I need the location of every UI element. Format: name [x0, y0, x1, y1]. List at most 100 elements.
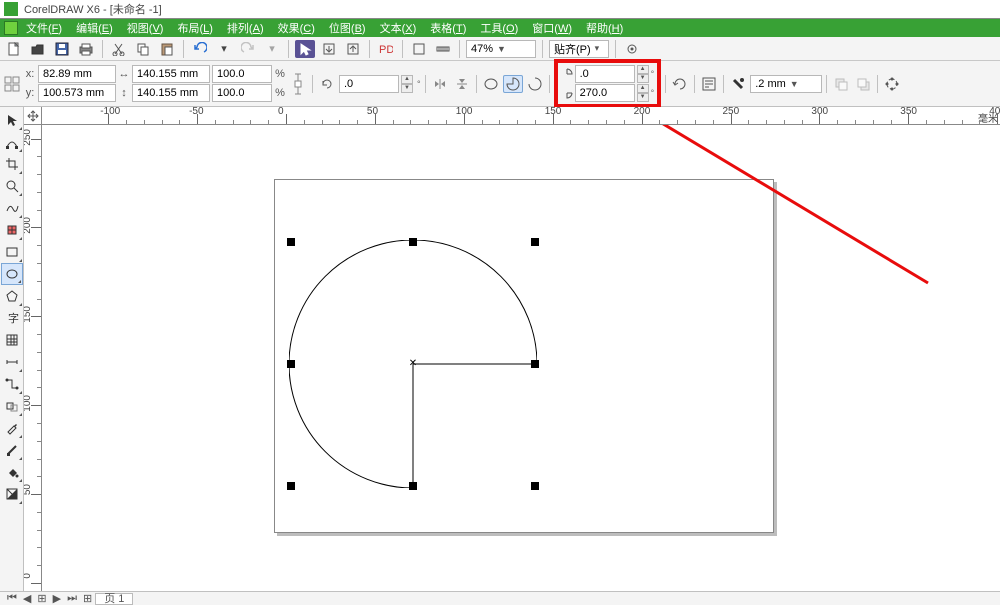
scale-x-input[interactable]: [217, 68, 267, 80]
menu-排列[interactable]: 排列(A): [227, 23, 264, 35]
publish-pdf-icon[interactable]: PDF: [376, 40, 396, 58]
to-front-icon[interactable]: [831, 75, 851, 93]
separator: [542, 40, 543, 58]
interactive-fill-tool[interactable]: [1, 483, 23, 505]
pick-tool[interactable]: [1, 109, 23, 131]
menu-视图[interactable]: 视图(V): [127, 23, 164, 35]
ruler-vertical[interactable]: 250200150100500: [24, 125, 42, 591]
wrap-text-icon[interactable]: [699, 75, 719, 93]
ruler-origin-icon[interactable]: [24, 107, 42, 125]
selection-handle[interactable]: [409, 238, 417, 246]
print-icon[interactable]: [76, 40, 96, 58]
redo-dropdown-icon[interactable]: ▾: [262, 40, 282, 58]
full-screen-icon[interactable]: [409, 40, 429, 58]
start-angle-input[interactable]: [580, 68, 630, 80]
y-input[interactable]: [43, 87, 111, 99]
copy-icon[interactable]: [133, 40, 153, 58]
freehand-tool[interactable]: [1, 197, 23, 219]
text-tool[interactable]: 字: [1, 307, 23, 329]
menu-编辑[interactable]: 编辑(E): [76, 23, 113, 35]
outline-pen-tool[interactable]: [1, 439, 23, 461]
scale-y-input[interactable]: [217, 87, 267, 99]
save-icon[interactable]: [52, 40, 72, 58]
height-input[interactable]: [137, 87, 205, 99]
page-nav-next-icon[interactable]: ▶: [50, 592, 64, 605]
start-angle-spinner[interactable]: ▲▼: [637, 65, 649, 83]
selection-handle[interactable]: [287, 360, 295, 368]
pick-tool-icon[interactable]: [295, 40, 315, 58]
page-nav-prev-icon[interactable]: ◀: [20, 592, 34, 605]
ruler-horizontal[interactable]: 毫米-100-50050100150200250300350400: [42, 107, 1000, 125]
to-back-icon[interactable]: [853, 75, 873, 93]
polygon-tool[interactable]: [1, 285, 23, 307]
selection-handle[interactable]: [409, 482, 417, 490]
rectangle-tool[interactable]: [1, 241, 23, 263]
undo-icon[interactable]: [190, 40, 210, 58]
menu-布局[interactable]: 布局(L): [177, 23, 212, 35]
menu-窗口[interactable]: 窗口(W): [532, 23, 572, 35]
zoom-dropdown[interactable]: 47%▼: [466, 40, 536, 58]
page-nav-last-icon[interactable]: ⏭: [64, 592, 80, 605]
separator: [425, 75, 426, 93]
fill-tool[interactable]: [1, 461, 23, 483]
convert-curves-icon[interactable]: [882, 75, 902, 93]
width-input[interactable]: [137, 68, 205, 80]
x-input[interactable]: [43, 68, 111, 80]
end-angle-input[interactable]: [580, 87, 630, 99]
selection-handle[interactable]: [287, 238, 295, 246]
start-angle-icon: [561, 68, 573, 80]
smart-fill-tool[interactable]: [1, 219, 23, 241]
page-tab[interactable]: 页 1: [95, 593, 133, 605]
page-add-after-icon[interactable]: ⊞: [80, 592, 95, 605]
shape-tool[interactable]: [1, 131, 23, 153]
menu-效果[interactable]: 效果(C): [278, 23, 315, 35]
workspace[interactable]: ✕: [42, 125, 1000, 591]
rotation-input[interactable]: [344, 78, 394, 90]
cut-icon[interactable]: [109, 40, 129, 58]
ellipse-tool[interactable]: [1, 263, 23, 285]
dimension-tool[interactable]: [1, 351, 23, 373]
rotation-spinner[interactable]: ▲▼: [401, 75, 413, 93]
show-rulers-icon[interactable]: [433, 40, 453, 58]
app-menu-icon: [4, 21, 18, 35]
selection-handle[interactable]: [531, 482, 539, 490]
end-angle-spinner[interactable]: ▲▼: [637, 84, 649, 102]
page-add-before-icon[interactable]: ⊞: [34, 592, 49, 605]
lock-ratio-icon[interactable]: [288, 75, 308, 93]
export-icon[interactable]: [343, 40, 363, 58]
degree-label: °: [651, 69, 655, 79]
menu-位图[interactable]: 位图(B): [329, 23, 366, 35]
pie-mode-icon[interactable]: [503, 75, 523, 93]
menu-文本[interactable]: 文本(X): [380, 23, 417, 35]
selection-handle[interactable]: [287, 482, 295, 490]
menu-帮助[interactable]: 帮助(H): [586, 23, 623, 35]
snap-dropdown[interactable]: 贴齐(P)▾: [549, 40, 609, 58]
origin-grid-icon[interactable]: [2, 75, 22, 93]
paste-icon[interactable]: [157, 40, 177, 58]
import-icon[interactable]: [319, 40, 339, 58]
connector-tool[interactable]: [1, 373, 23, 395]
menu-表格[interactable]: 表格(T): [430, 23, 466, 35]
table-tool[interactable]: [1, 329, 23, 351]
undo-dropdown-icon[interactable]: ▾: [214, 40, 234, 58]
selection-handle[interactable]: [531, 238, 539, 246]
options-icon[interactable]: [622, 40, 642, 58]
selection-handle[interactable]: [531, 360, 539, 368]
new-icon[interactable]: [4, 40, 24, 58]
menu-工具[interactable]: 工具(O): [480, 23, 518, 35]
redo-icon[interactable]: [238, 40, 258, 58]
menu-文件[interactable]: 文件(F): [26, 23, 62, 35]
open-icon[interactable]: [28, 40, 48, 58]
mirror-horizontal-icon[interactable]: [430, 75, 450, 93]
effects-tool[interactable]: [1, 395, 23, 417]
crop-tool[interactable]: [1, 153, 23, 175]
page-nav-first-icon[interactable]: ⏮: [4, 592, 20, 605]
eyedropper-tool[interactable]: [1, 417, 23, 439]
selection-center-icon[interactable]: ✕: [408, 359, 418, 369]
arc-mode-icon[interactable]: [525, 75, 545, 93]
ellipse-mode-icon[interactable]: [481, 75, 501, 93]
mirror-vertical-icon[interactable]: [452, 75, 472, 93]
outline-width-dropdown[interactable]: .2 mm▼: [750, 75, 822, 93]
swap-direction-icon[interactable]: [670, 75, 690, 93]
zoom-tool[interactable]: [1, 175, 23, 197]
